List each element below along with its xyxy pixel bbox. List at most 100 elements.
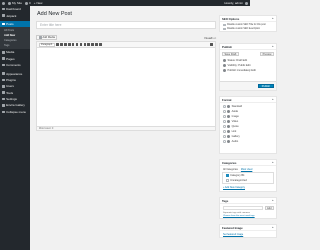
collapse-menu-button[interactable]: Collapse menu xyxy=(0,109,30,115)
read-more-icon[interactable] xyxy=(95,43,98,46)
seo-option-row[interactable]: Disable custom SEO Title for this post xyxy=(220,23,276,27)
posts-icon xyxy=(2,22,5,26)
categories-box: Categories ▲ All Categories Most Used Cat… xyxy=(219,159,277,192)
category-item[interactable]: Category Bit xyxy=(223,174,273,177)
publish-box: Publish ▲ Save Draft Preview Status: Draf… xyxy=(219,43,277,91)
format-option[interactable]: Audio xyxy=(220,140,276,143)
sidebar-item-label: Envira Gallery xyxy=(6,103,25,108)
format-option[interactable]: Video xyxy=(220,120,276,123)
editor-toolbar: Paragraph xyxy=(37,42,215,48)
category-label: Uncategorized xyxy=(230,179,247,182)
radio-button[interactable] xyxy=(223,110,226,113)
seo-options-header[interactable]: SEO Options ▲ xyxy=(220,16,276,22)
add-media-button[interactable]: Add Media xyxy=(36,35,58,40)
box-title: Featured Image xyxy=(222,225,243,230)
gallery-icon xyxy=(227,135,231,138)
checkbox[interactable] xyxy=(226,179,229,182)
save-draft-button[interactable]: Save Draft xyxy=(222,52,239,56)
bulleted-list-icon[interactable] xyxy=(64,43,67,46)
checkbox[interactable] xyxy=(226,174,229,177)
tab-text[interactable]: Text xyxy=(211,36,216,40)
sidebar-item-label: Comments xyxy=(6,63,21,68)
topbar-account[interactable]: Howdy, admin xyxy=(224,1,250,5)
format-select[interactable]: Paragraph xyxy=(39,42,55,47)
title-placeholder: Enter title here xyxy=(40,23,62,27)
category-label: Category Bit xyxy=(230,174,245,177)
media-icon xyxy=(2,51,5,54)
sidebar-item-label: Media xyxy=(6,50,15,55)
tag-input[interactable] xyxy=(223,206,264,210)
choose-tags-link[interactable]: Choose from the most used tags xyxy=(223,215,255,217)
toggle-arrow-icon[interactable]: ▲ xyxy=(272,161,274,164)
checkbox[interactable] xyxy=(223,23,226,27)
publish-button[interactable]: Publish xyxy=(257,83,274,89)
quote-icon xyxy=(227,125,231,128)
toolbar-toggle-icon[interactable] xyxy=(99,43,102,46)
toggle-arrow-icon[interactable]: ▲ xyxy=(272,45,274,48)
align-left-icon[interactable] xyxy=(75,43,79,46)
video-icon xyxy=(227,120,231,123)
format-option[interactable]: Quote xyxy=(220,125,276,128)
numbered-list-icon[interactable] xyxy=(67,43,71,46)
seo-option-label: Disable custom SEO Title for this post xyxy=(227,23,266,26)
format-option[interactable]: Standard xyxy=(220,105,276,108)
topbar-comments[interactable]: 0 xyxy=(25,1,31,5)
box-title: Format xyxy=(222,97,232,102)
sidebar-item-label: Pages xyxy=(6,56,15,61)
format-option[interactable]: Link xyxy=(220,130,276,133)
radio-button[interactable] xyxy=(223,105,226,108)
category-item[interactable]: Uncategorized xyxy=(223,179,273,182)
format-option[interactable]: Image xyxy=(220,115,276,118)
users-icon xyxy=(2,85,5,88)
italic-icon[interactable] xyxy=(60,43,63,46)
fullscreen-icon[interactable] xyxy=(210,43,213,46)
unlink-icon[interactable] xyxy=(91,43,94,46)
radio-button[interactable] xyxy=(223,125,226,128)
topbar-account-label: Howdy, admin xyxy=(224,1,243,5)
topbar-site-label: My Site xyxy=(12,1,23,5)
topbar-new[interactable]: + New xyxy=(34,1,43,5)
link-icon xyxy=(227,130,231,133)
radio-button[interactable] xyxy=(223,115,226,118)
post-title-input[interactable]: Enter title here xyxy=(36,21,216,29)
toggle-arrow-icon[interactable]: ▲ xyxy=(272,17,274,20)
radio-button[interactable] xyxy=(223,130,226,133)
topbar-site[interactable]: My Site xyxy=(8,1,22,5)
plus-icon: + xyxy=(33,1,36,5)
admin-menu: Dashboard Jetpack Posts All Posts Add Ne… xyxy=(0,6,30,250)
radio-button[interactable] xyxy=(223,135,226,138)
format-option-label: Quote xyxy=(231,125,239,128)
bold-icon[interactable] xyxy=(56,43,59,46)
checkbox[interactable] xyxy=(223,27,226,31)
editor-status-bar: Word count: 0 xyxy=(36,127,216,131)
align-right-icon[interactable] xyxy=(83,43,87,46)
featured-image-box: Featured Image ▲ Set featured image xyxy=(219,224,277,238)
post-content-editor[interactable]: Paragraph xyxy=(36,41,216,127)
gallery-icon xyxy=(2,104,5,107)
toggle-arrow-icon[interactable]: ▲ xyxy=(272,199,274,202)
format-option[interactable]: Gallery xyxy=(220,135,276,138)
seo-option-row[interactable]: Disable custom SEO description xyxy=(220,27,276,31)
page-title: Add New Post xyxy=(37,11,72,17)
comments-icon xyxy=(2,63,5,67)
radio-button[interactable] xyxy=(223,120,226,123)
radio-button[interactable] xyxy=(223,140,226,143)
topbar-wp-logo[interactable] xyxy=(2,1,5,5)
align-center-icon[interactable] xyxy=(79,43,83,46)
toggle-arrow-icon[interactable]: ▲ xyxy=(272,226,274,229)
submenu-tags[interactable]: Tags xyxy=(0,43,30,48)
link-icon[interactable] xyxy=(87,43,91,46)
set-featured-image-link[interactable]: Set featured image xyxy=(223,233,243,236)
format-option[interactable]: Aside xyxy=(220,110,276,113)
add-new-category-link[interactable]: + Add New Category xyxy=(223,186,245,189)
add-tag-button[interactable]: Add xyxy=(264,206,274,210)
tab-most-used[interactable]: Most Used xyxy=(241,168,252,171)
toggle-arrow-icon[interactable]: ▲ xyxy=(272,98,274,101)
format-header[interactable]: Format ▲ xyxy=(220,97,276,103)
preview-button[interactable]: Preview xyxy=(260,52,274,56)
tab-all-categories[interactable]: All Categories xyxy=(223,168,238,171)
box-title: Categories xyxy=(222,160,237,165)
audio-icon xyxy=(227,140,231,143)
blockquote-icon[interactable] xyxy=(71,43,75,46)
key-icon xyxy=(223,59,226,62)
